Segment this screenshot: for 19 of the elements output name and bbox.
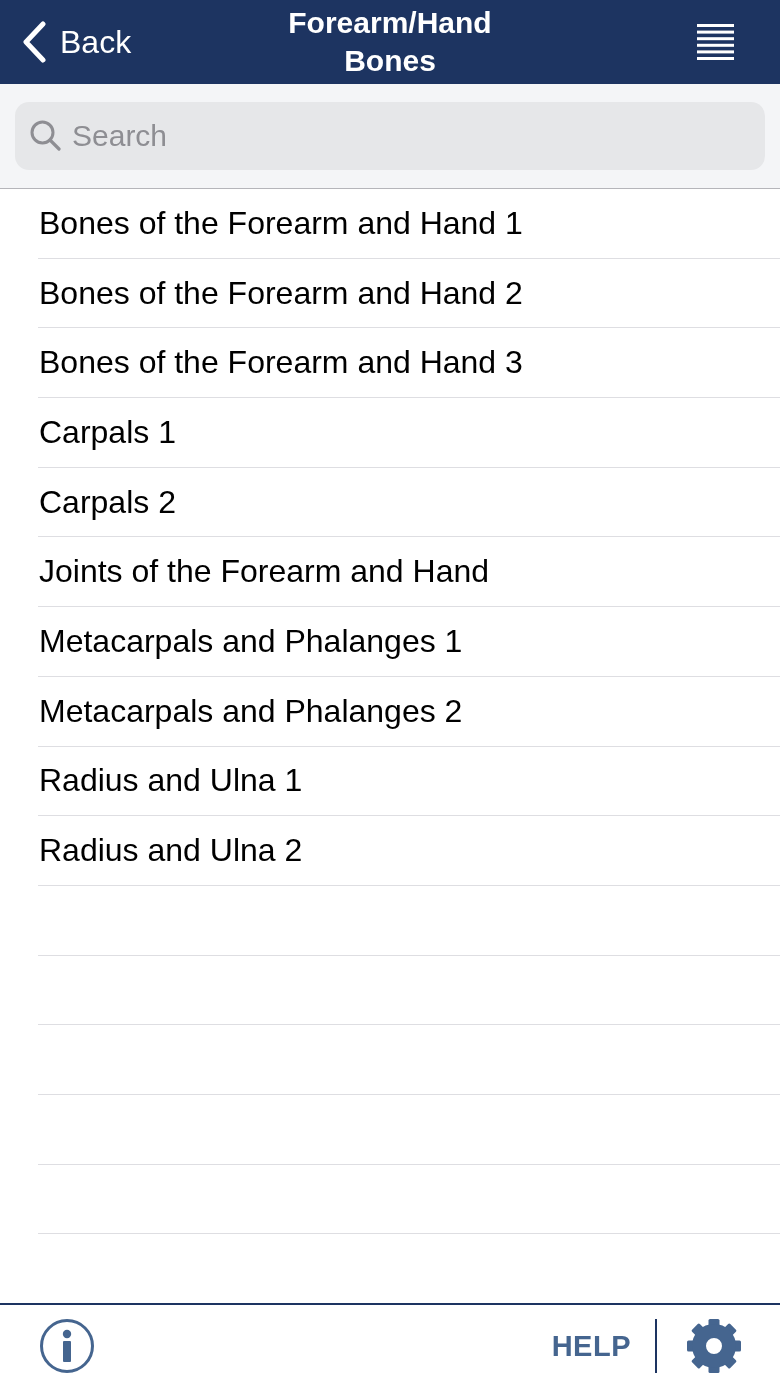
list-item[interactable]: Bones of the Forearm and Hand 3 bbox=[38, 328, 780, 399]
list-item[interactable]: Joints of the Forearm and Hand bbox=[38, 537, 780, 608]
help-button[interactable]: HELP bbox=[551, 1329, 631, 1363]
list-item[interactable]: Metacarpals and Phalanges 2 bbox=[38, 676, 780, 747]
list-item[interactable]: Bones of the Forearm and Hand 1 bbox=[38, 189, 780, 259]
search-field[interactable]: Search bbox=[15, 102, 765, 170]
search-icon bbox=[30, 120, 61, 151]
list-item[interactable]: Radius and Ulna 1 bbox=[38, 746, 780, 817]
list-item[interactable]: Carpals 1 bbox=[38, 398, 780, 468]
info-icon[interactable] bbox=[40, 1319, 94, 1373]
list-item[interactable]: Carpals 2 bbox=[38, 467, 780, 538]
list-item[interactable]: Radius and Ulna 2 bbox=[38, 816, 780, 886]
screen-title: Forearm/Hand Bones bbox=[287, 5, 493, 79]
list-item[interactable]: Metacarpals and Phalanges 1 bbox=[38, 607, 780, 677]
list-item[interactable]: Bones of the Forearm and Hand 2 bbox=[38, 258, 780, 329]
settings-icon[interactable] bbox=[687, 1319, 741, 1373]
chevron-left-icon bbox=[22, 21, 48, 63]
back-button[interactable]: Back bbox=[0, 12, 136, 72]
menu-icon[interactable] bbox=[697, 24, 734, 60]
